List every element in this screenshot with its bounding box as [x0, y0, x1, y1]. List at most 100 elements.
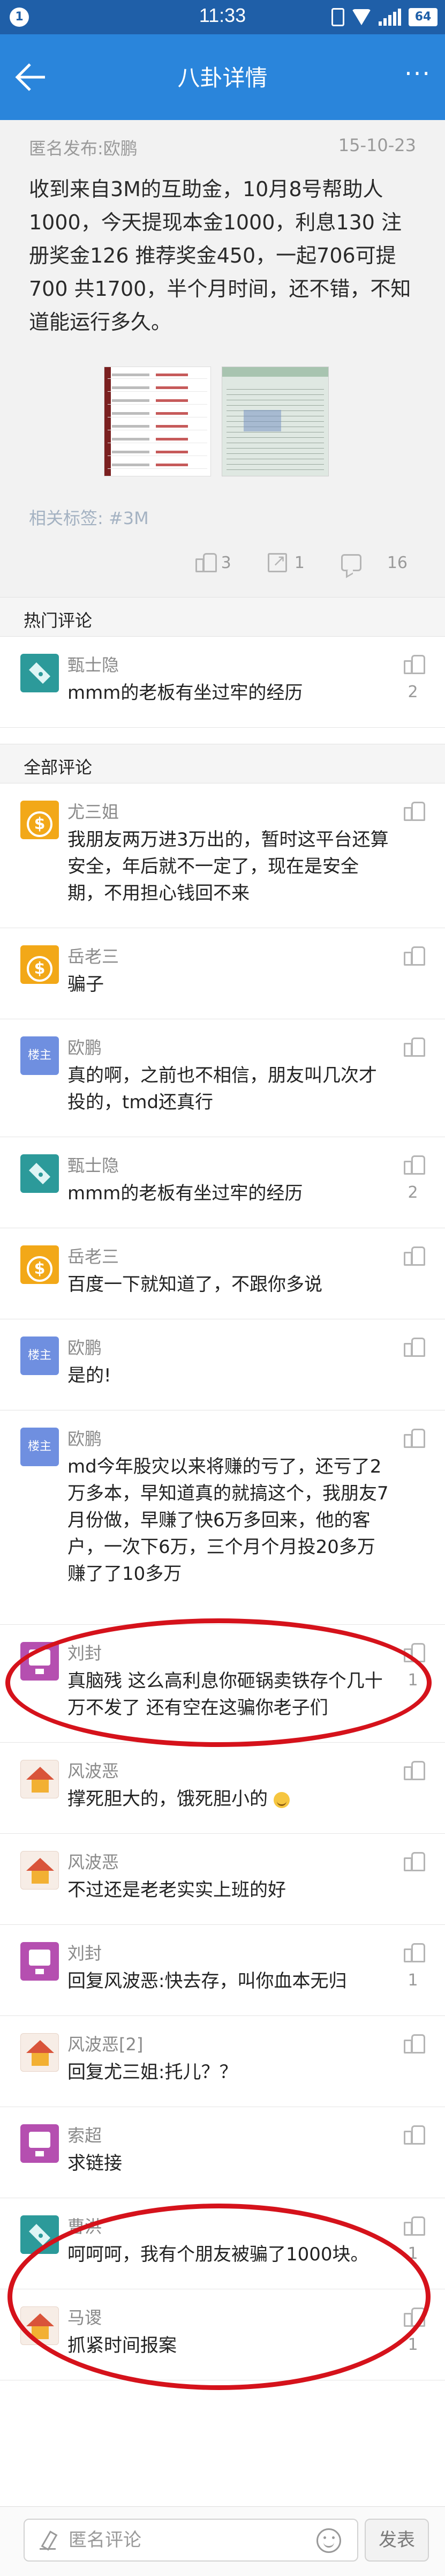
- comment-text: 撑死胆大的，饿死胆小的: [67, 1786, 389, 1812]
- commenter-name: 刘封: [67, 1943, 102, 1963]
- like-icon[interactable]: [404, 1643, 425, 1662]
- account-screenshot-image[interactable]: [222, 367, 329, 476]
- like-icon[interactable]: [404, 655, 425, 674]
- comment-text: 回复尤三姐:托儿？？: [67, 2062, 238, 2083]
- nav-bar: 八卦详情 ···: [0, 34, 445, 120]
- send-button[interactable]: 发表: [365, 2519, 429, 2562]
- comment-item[interactable]: 风波恶[2] 回复尤三姐:托儿？？: [0, 2016, 445, 2107]
- commenter-name: 风波恶: [67, 1852, 119, 1872]
- vibrate-icon: [331, 8, 344, 26]
- system-icons: 64: [331, 6, 438, 28]
- commenter-name: 岳老三: [67, 946, 119, 967]
- avatar[interactable]: [20, 1154, 59, 1193]
- comment-item[interactable]: 曹洪 呵呵呵，我有个朋友被骗了1000块。 1: [0, 2198, 445, 2289]
- comment-item[interactable]: 马谡 抓紧时间报案 1: [0, 2289, 445, 2380]
- share-icon[interactable]: [267, 551, 287, 572]
- commenter-name: 风波恶[2]: [67, 2034, 144, 2055]
- post-card: 匿名发布:欧鹏 15-10-23 收到来自3M的互助金，10月8号帮助人1000…: [0, 120, 445, 597]
- avatar[interactable]: [20, 2215, 59, 2254]
- like-icon[interactable]: [195, 553, 217, 572]
- avatar[interactable]: [20, 2306, 59, 2345]
- page-title: 八卦详情: [177, 65, 268, 91]
- comment-item[interactable]: 风波恶 不过还是老老实实上班的好: [0, 1834, 445, 1925]
- comment-text: 呵呵呵，我有个朋友被骗了1000块。: [67, 2244, 369, 2265]
- comment-item[interactable]: $ 岳老三 骗子: [0, 928, 445, 1019]
- comment-item[interactable]: 楼主 欧鹏 真的啊，之前也不相信，朋友叫几次才投的，tmd还真行: [0, 1019, 445, 1137]
- signal-icon: [379, 9, 401, 26]
- post-images: [104, 367, 329, 476]
- post-tags[interactable]: 相关标签: #3M: [29, 505, 149, 529]
- comment-input[interactable]: [69, 2520, 347, 2560]
- like-icon[interactable]: [404, 2125, 425, 2145]
- post-body: 收到来自3M的互助金，10月8号帮助人1000，今天提现本金1000，利息130…: [29, 177, 411, 334]
- pencil-icon: [40, 2532, 56, 2550]
- comment-item[interactable]: $ 尤三姐 我朋友两万进3万出的，暂时这平台还算安全，年后就不一定了，现在是安全…: [0, 783, 445, 928]
- avatar[interactable]: [20, 1642, 59, 1681]
- like-icon[interactable]: [404, 1338, 425, 1357]
- like-count: 1: [408, 2335, 418, 2354]
- comment-item[interactable]: 楼主 欧鹏 md今年股灾以来将赚的亏了，还亏了2万多本，早知道真的就搞这个，我朋…: [0, 1410, 445, 1625]
- like-icon[interactable]: [404, 802, 425, 821]
- comment-text: 是的!: [67, 1365, 111, 1386]
- like-icon[interactable]: [404, 2034, 425, 2054]
- like-icon[interactable]: [404, 946, 425, 966]
- like-icon[interactable]: [404, 1246, 425, 1266]
- comment-item[interactable]: 刘封 真脑残 这么高利息你砸锅卖铁存个几十万不发了 还有空在这骗你老子们 1: [0, 1625, 445, 1743]
- like-icon[interactable]: [404, 1037, 425, 1057]
- comment-text: mmm的老板有坐过牢的经历: [67, 682, 303, 704]
- post-author: 匿名发布:欧鹏: [29, 138, 138, 159]
- avatar[interactable]: [20, 1760, 59, 1798]
- receipt-screenshot-image[interactable]: [104, 367, 211, 476]
- commenter-name: 岳老三: [67, 1246, 119, 1267]
- like-icon[interactable]: [404, 2308, 425, 2327]
- comment-input-box[interactable]: [24, 2519, 358, 2562]
- commenter-name: 欧鹏: [67, 1338, 102, 1358]
- post-stats: 3 1 16: [195, 551, 408, 572]
- avatar[interactable]: $: [20, 1245, 59, 1284]
- comment-item[interactable]: 楼主 欧鹏 是的!: [0, 1319, 445, 1410]
- avatar[interactable]: 楼主: [20, 1336, 59, 1375]
- hot-comment-item[interactable]: 甄士隐 mmm的老板有坐过牢的经历 2: [0, 637, 445, 728]
- avatar[interactable]: [20, 1942, 59, 1981]
- comment-text: 求链接: [67, 2153, 122, 2174]
- avatar[interactable]: [20, 2033, 59, 2072]
- comment-item[interactable]: 风波恶 撑死胆大的，饿死胆小的: [0, 1743, 445, 1834]
- comment-text: md今年股灾以来将赚的亏了，还亏了2万多本，早知道真的就搞这个，我朋友7月份做，…: [67, 1456, 389, 1585]
- commenter-name: 曹洪: [67, 2216, 102, 2237]
- like-icon[interactable]: [404, 1761, 425, 1780]
- comment-text: 不过还是老老实实上班的好: [67, 1879, 286, 1901]
- avatar[interactable]: [20, 654, 59, 692]
- like-icon[interactable]: [404, 1155, 425, 1175]
- avatar[interactable]: $: [20, 945, 59, 984]
- like-icon[interactable]: [404, 1429, 425, 1448]
- like-count: 2: [408, 683, 418, 701]
- like-count: 3: [221, 553, 231, 572]
- comment-count: 16: [387, 553, 408, 572]
- like-icon[interactable]: [404, 1943, 425, 1962]
- comment-item[interactable]: 刘封 回复风波恶:快去存，叫你血本无归 1: [0, 1925, 445, 2016]
- avatar[interactable]: [20, 1851, 59, 1890]
- section-title: 全部评论: [24, 757, 93, 778]
- comment-text: 百度一下就知道了，不跟你多说: [67, 1274, 322, 1295]
- avatar[interactable]: 楼主: [20, 1036, 59, 1075]
- emoji-icon[interactable]: [316, 2528, 341, 2553]
- avatar[interactable]: $: [20, 801, 59, 839]
- more-menu-icon[interactable]: ···: [404, 61, 431, 86]
- section-title: 热门评论: [24, 610, 93, 631]
- comment-item[interactable]: 索超 求链接: [0, 2107, 445, 2198]
- comment-icon[interactable]: [341, 554, 361, 571]
- share-count: 1: [294, 553, 305, 572]
- comment-text: 回复风波恶:快去存，叫你血本无归: [67, 1970, 347, 1992]
- like-icon[interactable]: [404, 1852, 425, 1871]
- smile-emoji-icon: [273, 1791, 290, 1808]
- avatar[interactable]: [20, 2124, 59, 2163]
- like-icon[interactable]: [404, 2216, 425, 2236]
- commenter-name: 甄士隐: [67, 1155, 119, 1176]
- avatar[interactable]: 楼主: [20, 1428, 59, 1466]
- commenter-name: 风波恶: [67, 1761, 119, 1781]
- commenter-name: 刘封: [67, 1643, 102, 1663]
- comment-text: 抓紧时间报案: [67, 2335, 177, 2356]
- comment-text: 真的啊，之前也不相信，朋友叫几次才投的，tmd还真行: [67, 1065, 377, 1113]
- comment-item[interactable]: 甄士隐 mmm的老板有坐过牢的经历 2: [0, 1137, 445, 1228]
- comment-item[interactable]: $ 岳老三 百度一下就知道了，不跟你多说: [0, 1228, 445, 1319]
